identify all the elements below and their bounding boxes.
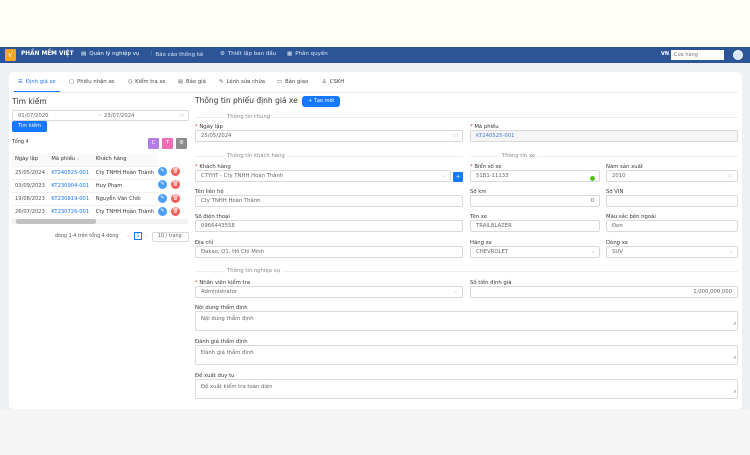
status-check-icon xyxy=(590,176,595,181)
filter-button[interactable]: T xyxy=(162,138,173,149)
chevron-down-icon: ⌄ xyxy=(590,249,595,255)
search-button[interactable]: Tìm kiếm xyxy=(12,121,47,132)
resize-handle-icon: ◢ xyxy=(732,388,736,393)
grid-icon: ▦ xyxy=(287,51,293,57)
hang_xe-input[interactable]: CHEVROLET ⌄ xyxy=(470,246,600,258)
resize-handle-icon: ◢ xyxy=(732,354,736,359)
chevron-down-icon: ⌄ xyxy=(728,249,733,255)
resize-handle-icon: ◢ xyxy=(732,320,736,325)
nav-item-permissions[interactable]: ▦ Phân quyền xyxy=(287,51,328,57)
date-range-picker[interactable]: 01/07/2020 ~ 23/07/2024 ▭ xyxy=(12,110,189,121)
dong_xe-input[interactable]: SUV ⌄ xyxy=(606,246,738,258)
pagination-info: dòng 1-4 trên tổng 4 dòng xyxy=(55,234,119,239)
col-khach-hang[interactable]: Khách hàng xyxy=(92,153,158,166)
table-row[interactable]: 25/05/2024 KT240525-001 Cty TNHH Hoàn Thàn… xyxy=(12,165,158,179)
col-ngay-lap[interactable]: Ngày lập xyxy=(12,153,49,166)
so_vin-input[interactable] xyxy=(606,195,738,207)
gear-icon: ⚙ xyxy=(220,51,225,57)
settings-button[interactable]: ⚙ xyxy=(176,138,187,149)
section-vehicle: Thông tin xe xyxy=(500,153,538,159)
top-blank xyxy=(0,0,750,47)
receipt-icon: ▢ xyxy=(69,79,75,85)
dia_chi-input[interactable]: Đakao, Q1, Hồ Chí Minh xyxy=(195,246,463,258)
monitor-icon: ▭ xyxy=(277,79,283,85)
record-link[interactable]: KT230726-001 xyxy=(48,204,93,218)
delete-button[interactable]: 🗑 xyxy=(171,193,180,203)
form-title: Thông tin phiếu định giá xe xyxy=(195,96,298,105)
section-general: Thông tin chung xyxy=(225,114,273,120)
record-link[interactable]: KT230819-001 xyxy=(48,191,93,205)
next-page-icon[interactable]: › xyxy=(145,233,147,239)
tab-2[interactable]: ⟨⟩ Kiểm tra xe xyxy=(128,79,166,85)
calendar-icon: ▭ xyxy=(178,113,184,119)
tab-4[interactable]: ✎ Lệnh sửa chữa xyxy=(219,79,265,85)
create-new-button[interactable]: + Tạo mới xyxy=(302,96,340,107)
page-1-button[interactable]: 1 xyxy=(134,232,142,240)
brand-name: PHẦN MỀM VIỆT xyxy=(21,51,74,57)
delete-button[interactable]: 🗑 xyxy=(171,167,180,176)
tab-6[interactable]: ♙ CSKH xyxy=(322,79,344,85)
horizontal-scrollbar[interactable] xyxy=(12,219,188,224)
so_tien-input[interactable]: 1,000,000,000 xyxy=(470,286,738,298)
code-icon: ⟨⟩ xyxy=(128,79,133,85)
section-business: Thông tin nghiệp vụ xyxy=(225,268,283,274)
chevron-down-icon: ⌄ xyxy=(453,289,458,295)
prev-page-icon[interactable]: ‹ xyxy=(127,233,129,239)
logo-icon: √ xyxy=(5,49,16,61)
tool-icon: ✎ xyxy=(219,79,224,85)
table-row[interactable]: 19/08/2023 KT230819-001 Nguyễn Văn Chồi xyxy=(12,191,158,205)
chevron-down-icon: ⌄ xyxy=(441,173,446,179)
khach_hang-input[interactable]: CTYHT - Cty TNHH Hoàn Thành ⌄ xyxy=(195,170,451,182)
tab-3[interactable]: ▤ Báo giá xyxy=(178,79,206,85)
nhan_vien-input[interactable]: Administrator ⌄ xyxy=(195,286,463,298)
nav-item-business[interactable]: ▤ Quản lý nghiệp vụ xyxy=(81,51,140,57)
nav-item-setup[interactable]: ⚙ Thiết lập ban đầu xyxy=(220,51,276,57)
table-row[interactable]: 26/07/2023 KT230726-001 Cty TNHH Hoàn Thàn… xyxy=(12,204,158,218)
document-icon: ▤ xyxy=(81,51,87,57)
document-icon: ▤ xyxy=(178,79,184,85)
page-size-select[interactable]: 10 / trang xyxy=(152,232,189,242)
nam_sx-input[interactable]: 2010 ▭ xyxy=(606,170,738,182)
calendar-icon: ▭ xyxy=(727,173,733,179)
ten_xe-input[interactable]: TRAILBLAZER xyxy=(470,220,600,232)
nav-item-reports[interactable]: ⫶ Báo cáo thống kê xyxy=(151,51,203,58)
col-ma-phieu[interactable]: Mã phiếu ⌕ xyxy=(48,153,93,166)
ngay_lap-input[interactable]: 25/05/2024 ▭ xyxy=(195,130,463,142)
tab-0[interactable]: ☰ Định giá xe xyxy=(18,79,56,85)
tab-5[interactable]: ▭ Bàn giao xyxy=(277,79,308,85)
edit-button[interactable]: ✎ xyxy=(158,193,167,203)
add-customer-button[interactable]: + xyxy=(453,172,463,182)
de_xuat-input[interactable]: Đề xuất kiểm tra toàn diện ◢ xyxy=(195,379,738,399)
danh_gia-input[interactable]: Đánh giá thẩm định ◢ xyxy=(195,345,738,365)
chart-icon: ⫶ xyxy=(151,51,153,57)
table-row[interactable]: 03/09/2023 KT230904-001 Huy Phạm xyxy=(12,178,158,192)
user-avatar-icon[interactable] xyxy=(733,50,743,60)
delete-button[interactable]: 🗑 xyxy=(171,206,180,216)
records-table: Ngày lập Mã phiếu ⌕ Khách hàng 25/05/202… xyxy=(12,153,158,218)
top-navbar: √ PHẦN MỀM VIỆT ▤ Quản lý nghiệp vụ ⫶ Báo … xyxy=(0,47,750,63)
ten_lien_he-input[interactable]: Cty TNHH Hoàn Thành xyxy=(195,195,463,207)
bien_so-input[interactable]: 51B1-11133⌄ xyxy=(470,170,600,182)
record-link[interactable]: KT240525-001 xyxy=(48,165,93,179)
ma_phieu-input[interactable]: KT240525-001 xyxy=(470,130,738,142)
list-icon: ☰ xyxy=(18,79,23,85)
search-icon: ⌕ xyxy=(76,155,80,162)
search-title: Tìm kiếm xyxy=(12,97,47,106)
column-settings-button[interactable]: C xyxy=(148,138,159,149)
edit-button[interactable]: ✎ xyxy=(158,167,167,176)
user-icon: ♙ xyxy=(322,79,327,85)
mau_sac-input[interactable]: Đen xyxy=(606,220,738,232)
edit-button[interactable]: ✎ xyxy=(158,206,167,216)
tab-1[interactable]: ▢ Phiếu nhận xe xyxy=(69,79,115,85)
store-input[interactable] xyxy=(671,50,724,60)
so_dien_thoai-input[interactable]: 0966443558 xyxy=(195,220,463,232)
calendar-icon: ▭ xyxy=(452,133,458,139)
so_km-input[interactable]: 0 xyxy=(470,195,600,207)
total-count: Tổng 4 xyxy=(12,140,29,145)
section-customer: Thông tin khách hàng xyxy=(225,153,287,159)
noi_dung-input[interactable]: Nội dung thẩm định ◢ xyxy=(195,311,738,331)
record-link[interactable]: KT230904-001 xyxy=(48,178,93,192)
language-selector[interactable]: VN xyxy=(661,51,669,57)
